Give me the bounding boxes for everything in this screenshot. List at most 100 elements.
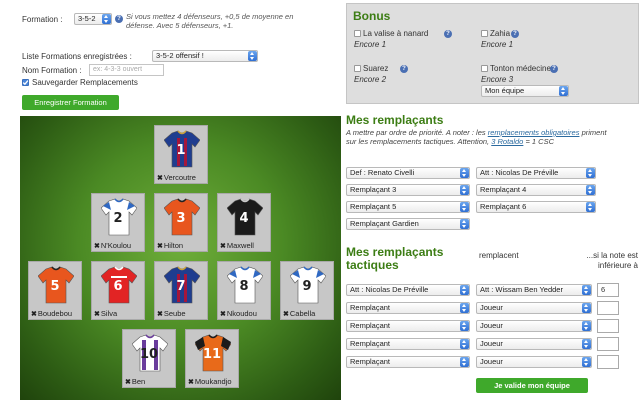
validate-team-button[interactable]: Je valide mon équipe [476,378,588,393]
player-name-row: ✖Maxwell [220,241,270,250]
note-threshold-input[interactable] [597,301,619,315]
player-number: 3 [176,211,186,226]
player-card[interactable]: 10 ✖Ben [122,329,176,388]
player-name-row: ✖N'Koulou [94,241,144,250]
player-card[interactable]: 2 ✖N'Koulou [91,193,145,252]
player-name-row: ✖Seube [157,309,207,318]
formation-note: Si vous mettez 4 défenseurs, +0,5 de moy… [126,12,294,30]
tactical-sub-value: Remplaçant [350,339,391,348]
tactical-replaced-select[interactable]: Joueur [476,356,592,368]
tactical-sub-select[interactable]: Remplaçant [346,302,470,314]
saved-formations-select[interactable]: 3-5-2 offensif ! [152,50,258,62]
sub-select-4[interactable]: Remplaçant 4 [476,184,596,196]
remove-icon[interactable]: ✖ [94,311,100,318]
player-name: Moukandjo [194,377,232,386]
help-icon[interactable]: ? [550,65,558,73]
player-number: 7 [176,279,186,294]
player-card[interactable]: 4 ✖Maxwell [217,193,271,252]
sub-select-3[interactable]: Remplaçant 3 [346,184,470,196]
formation-select-value: 3-5-2 [78,14,96,23]
remove-icon[interactable]: ✖ [125,379,131,386]
remove-icon[interactable]: ✖ [220,243,226,250]
player-card[interactable]: 6 ✖Silva [91,261,145,320]
help-icon[interactable]: ? [400,65,408,73]
help-icon[interactable]: ? [444,30,452,38]
sub-select-5[interactable]: Remplaçant 5 [346,201,470,213]
save-subs-checkbox[interactable] [22,79,29,86]
save-subs-label: Sauvegarder Remplacements [32,78,138,87]
tactical-sub-select[interactable]: Remplaçant [346,338,470,350]
bonus-checkbox-1[interactable] [354,30,361,37]
player-card[interactable]: 9 ✖Cabella [280,261,334,320]
note-threshold-input[interactable] [597,337,619,351]
remove-icon[interactable]: ✖ [31,311,37,318]
chevron-updown-icon [460,219,469,229]
bonus-checkbox-3[interactable] [354,65,361,72]
subs-desc-1: A mettre par ordre de priorité. A noter … [346,128,486,137]
formation-name-placeholder: ex: 4-3-3 ouvert [93,66,143,73]
chevron-updown-icon [460,285,469,295]
sub-select-2[interactable]: Att : Nicolas De Préville [476,167,596,179]
remove-icon[interactable]: ✖ [94,243,100,250]
chevron-updown-icon [582,285,591,295]
chevron-updown-icon [102,14,111,24]
sub-select-6[interactable]: Remplaçant 6 [476,201,596,213]
tactical-replaced-select[interactable]: Joueur [476,302,592,314]
tactical-sub-value: Remplaçant [350,303,391,312]
remove-icon[interactable]: ✖ [157,311,163,318]
tactical-replaced-select[interactable]: Att : Wissam Ben Yedder [476,284,592,296]
tactical-replaced-value: Joueur [480,357,503,366]
note-threshold-input[interactable] [597,355,619,369]
player-card[interactable]: 1 ✖Vercoutre [154,125,208,184]
tactical-sub-select[interactable]: Att : Nicolas De Préville [346,284,470,296]
player-card[interactable]: 11 ✖Moukandjo [185,329,239,388]
bonus-count-3: Encore 2 [354,75,387,84]
sub-select-goalkeeper[interactable]: Remplaçant Gardien [346,218,470,230]
bonus-count-2: Encore 1 [481,40,514,49]
player-name: Silva [100,309,118,318]
sub-select-1[interactable]: Def : Renato Civelli [346,167,470,179]
player-name-row: ✖Vercoutre [157,173,207,182]
chevron-updown-icon [582,321,591,331]
bonus-name-4: Tonton médecine [490,64,551,73]
player-name-row: ✖Nkoudou [220,309,270,318]
player-card[interactable]: 7 ✖Seube [154,261,208,320]
saved-formations-value: 3-5-2 offensif ! [156,51,204,60]
tactical-sub-select[interactable]: Remplaçant [346,356,470,368]
player-name-row: ✖Moukandjo [188,377,238,386]
sub-select-value: Att : Nicolas De Préville [480,168,559,177]
help-icon[interactable]: ? [115,15,123,23]
bonus-checkbox-2[interactable] [481,30,488,37]
mandatory-subs-link[interactable]: remplacements obligatoires [488,128,580,137]
player-card[interactable]: 8 ✖Nkoudou [217,261,271,320]
chevron-updown-icon [460,185,469,195]
sub-select-value: Remplaçant 5 [350,202,397,211]
tactical-replaced-select[interactable]: Joueur [476,320,592,332]
player-card[interactable]: 5 ✖Boudebou [28,261,82,320]
bonus-title: Bonus [353,9,391,23]
note-threshold-input[interactable]: 6 [597,283,619,297]
tactical-replaced-select[interactable]: Joueur [476,338,592,350]
bonus-checkbox-4[interactable] [481,65,488,72]
subs-description: A mettre par ordre de priorité. A noter … [346,128,616,146]
remove-icon[interactable]: ✖ [283,311,289,318]
save-formation-button[interactable]: Enregistrer Formation [22,95,119,110]
bonus-team-select[interactable]: Mon équipe [481,85,569,97]
tactical-sub-value: Att : Nicolas De Préville [350,285,429,294]
remove-icon[interactable]: ✖ [220,311,226,318]
sub-select-value: Remplaçant 4 [480,185,527,194]
chevron-updown-icon [460,357,469,367]
remove-icon[interactable]: ✖ [157,175,163,182]
rotaldo-link[interactable]: 3 Rotaldo [491,137,523,146]
help-icon[interactable]: ? [511,30,519,38]
formation-name-input[interactable]: ex: 4-3-3 ouvert [89,64,164,76]
remove-icon[interactable]: ✖ [188,379,194,386]
sub-select-value: Remplaçant 6 [480,202,527,211]
note-threshold-input[interactable] [597,319,619,333]
formation-select[interactable]: 3-5-2 [74,13,112,25]
player-card[interactable]: 3 ✖Hilton [154,193,208,252]
tactical-sub-select[interactable]: Remplaçant [346,320,470,332]
chevron-updown-icon [460,339,469,349]
player-number: 10 [139,347,159,362]
remove-icon[interactable]: ✖ [157,243,163,250]
